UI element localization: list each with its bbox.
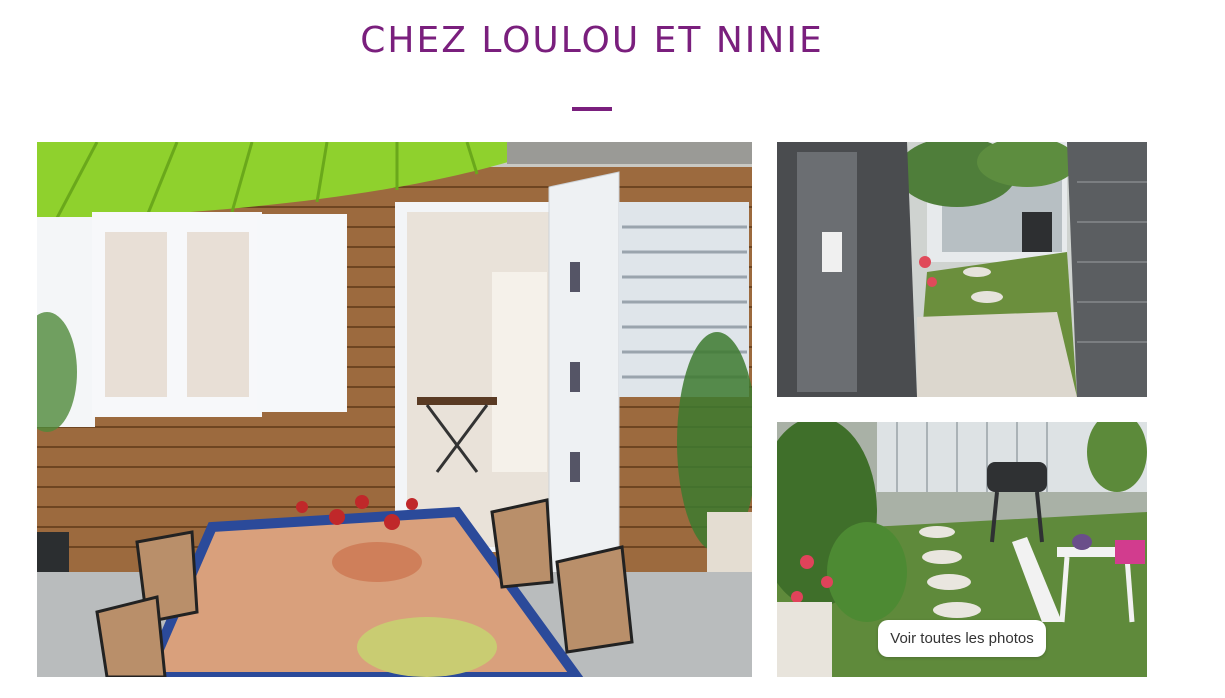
gallery-photo-door-view[interactable] [777, 142, 1147, 397]
gallery-photo-garden[interactable]: Voir toutes les photos [777, 422, 1147, 677]
terrace-photo [37, 142, 752, 677]
see-all-photos-button[interactable]: Voir toutes les photos [878, 620, 1046, 657]
gallery-photo-main[interactable] [37, 142, 752, 677]
title-divider [572, 107, 612, 111]
page-title: CHEZ LOULOU ET NINIE [360, 20, 824, 61]
door-view-photo [777, 142, 1147, 397]
